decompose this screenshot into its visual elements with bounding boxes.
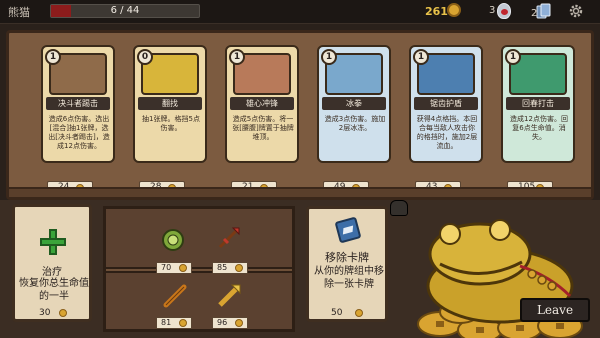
potion-count: 3 — [489, 5, 496, 16]
remove-price: 50 — [331, 307, 367, 319]
card-price: 24 — [47, 181, 93, 194]
gold-coin-icon — [76, 184, 84, 192]
card-description: 造成5点伤害。将一张[腰腹]牌置于抽牌堆顶。 — [232, 115, 294, 141]
deck-cards-icon[interactable] — [536, 3, 552, 19]
gold-coin-icon — [447, 3, 461, 17]
shop-card[interactable]: 0 翻找 抽1张牌。格挡5点伤害。 — [133, 45, 207, 163]
card-removal-service[interactable]: 移除卡牌 从你的牌组中移除一张卡牌 50 — [306, 206, 388, 322]
hp-text: 6 / 44 — [110, 5, 140, 16]
relic-price: 96 — [212, 317, 248, 329]
shop-card[interactable]: 1 锯齿护盾 获得4点格挡。本回合每当敌人攻击你的格挡时，施加2层流血。 — [409, 45, 483, 163]
relic-price: 70 — [156, 262, 192, 274]
top-bar: 熊猫 6 / 44 261 3 29 — [0, 0, 600, 24]
relic-price: 81 — [156, 317, 192, 329]
relic-shelf: 70 85 81 96 — [103, 206, 295, 332]
hp-bar: 6 / 44 — [50, 4, 200, 18]
card-price: 49 — [323, 181, 369, 194]
remove-title: 移除卡牌 — [325, 251, 369, 264]
gold-coin-icon — [352, 184, 360, 192]
red-spear-relic[interactable] — [216, 225, 242, 251]
gold-coin-icon — [179, 264, 187, 272]
card-description: 造成12点伤害。回复6点生命值。消失。 — [510, 115, 568, 141]
baton-relic[interactable] — [162, 283, 188, 309]
card-cost: 1 — [413, 49, 429, 65]
relic-price: 85 — [212, 262, 248, 274]
heal-description: 恢复你总生命值的一半 — [19, 278, 89, 302]
card-price: 105 — [507, 181, 553, 194]
shop-card[interactable]: 1 决斗者踢击 造成6点伤害。选出[混合]抽1张牌，选出[决斗者踢击]，造成12… — [41, 45, 115, 163]
gold-coin-icon — [444, 184, 452, 192]
card-description: 造成3点伤害。施加2层冰冻。 — [324, 115, 386, 132]
card-name: 冰拳 — [346, 99, 362, 108]
gold-count: 261 — [425, 5, 448, 18]
leave-button[interactable]: Leave — [520, 298, 590, 322]
player-name: 熊猫 — [8, 6, 30, 19]
card-cost: 1 — [505, 49, 521, 65]
card-name: 雄心冲锋 — [246, 99, 278, 108]
shelf-divider — [106, 267, 292, 273]
heal-service[interactable]: 治疗 恢复你总生命值的一半 30 — [12, 204, 92, 322]
gold-coin-icon — [179, 319, 187, 327]
card-cost: 0 — [137, 49, 153, 65]
card-name: 翻找 — [162, 99, 178, 108]
card-description: 获得4点格挡。本回合每当敌人攻击你的格挡时，施加2层流血。 — [416, 115, 478, 150]
gold-coin-icon — [235, 264, 243, 272]
shop-card[interactable]: 1 回春打击 造成12点伤害。回复6点生命值。消失。 — [501, 45, 575, 163]
card-name: 锯齿护盾 — [430, 99, 462, 108]
gold-coin-icon — [168, 184, 176, 192]
shop-card[interactable]: 1 雄心冲锋 造成5点伤害。将一张[腰腹]牌置于抽牌堆顶。 — [225, 45, 299, 163]
remove-description: 从你的牌组中移除一张卡牌 — [314, 266, 384, 290]
gold-coin-icon — [260, 184, 268, 192]
green-orb-relic[interactable] — [160, 227, 186, 253]
heal-title: 治疗 — [42, 267, 62, 278]
card-price: 43 — [415, 181, 461, 194]
card-remove-icon — [334, 216, 362, 244]
potion-flask-icon[interactable] — [497, 3, 511, 19]
card-cost: 1 — [321, 49, 337, 65]
card-description: 抽1张牌。格挡5点伤害。 — [142, 115, 200, 132]
heal-price: 30 — [33, 307, 73, 319]
shop-card[interactable]: 1 冰拳 造成3点伤害。施加2层冰冻。 — [317, 45, 391, 163]
gold-coin-icon — [355, 309, 363, 317]
card-price: 28 — [139, 181, 185, 194]
golden-arrow-relic[interactable] — [216, 283, 242, 309]
gold-coin-icon — [235, 319, 243, 327]
card-name: 决斗者踢击 — [58, 99, 98, 108]
card-name: 回春打击 — [522, 99, 554, 108]
card-cost: 1 — [229, 49, 245, 65]
card-description: 造成6点伤害。选出[混合]抽1张牌，选出[决斗者踢击]，造成12点伤害。 — [48, 115, 110, 150]
plus-icon — [40, 229, 66, 255]
card-cost: 1 — [45, 49, 61, 65]
card-shelf: 1 决斗者踢击 造成6点伤害。选出[混合]抽1张牌，选出[决斗者踢击]，造成12… — [6, 30, 594, 200]
gold-coin-icon — [59, 309, 67, 317]
gear-icon[interactable] — [568, 3, 584, 19]
gold-coin-icon — [536, 184, 544, 192]
card-price: 21 — [231, 181, 277, 194]
